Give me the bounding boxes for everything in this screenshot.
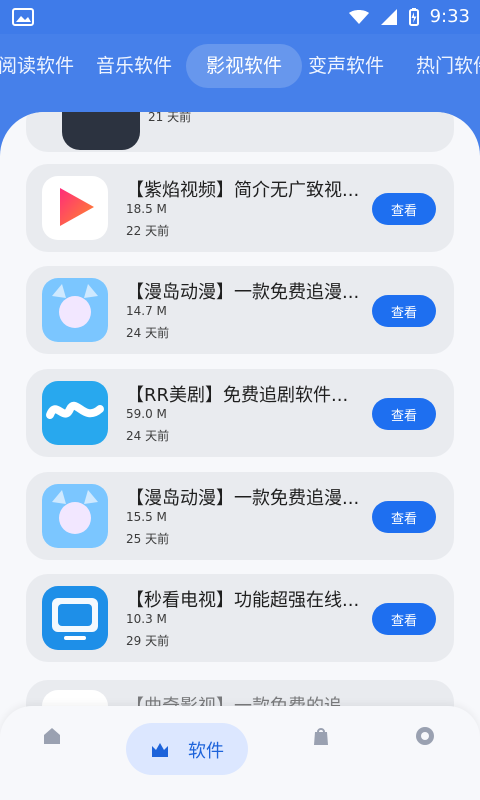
category-tabs: 阅读软件 音乐软件 影视软件 变声软件 热门软件 [0,38,480,94]
anime-icon [42,278,108,342]
list-item: 【RR美剧】免费追剧软件... 59.0 M 24 天前 查看 [26,369,454,457]
item-days: 29 天前 [126,634,170,648]
item-title: 【RR美剧】免费追剧软件... [126,385,349,406]
app-icon-ziyan [42,176,108,240]
wave-icon [46,401,104,419]
tv-icon [52,598,98,640]
app-icon-miaokan [42,586,108,650]
item-size: 14.7 M [126,304,167,318]
tab-reading[interactable]: 阅读软件 [0,44,74,88]
settings-icon [416,727,434,745]
tab-video[interactable]: 影视软件 [186,44,303,88]
item-size: 59.0 M [126,407,167,421]
image-icon [12,8,34,26]
view-button[interactable]: 查看 [372,398,436,430]
home-icon [44,728,60,744]
list-item: 【漫岛动漫】一款免费追漫... 15.5 M 25 天前 查看 [26,472,454,560]
item-days: 21 天前 [148,112,192,124]
bottom-nav: 软件 [0,706,480,800]
item-size: 15.5 M [126,510,167,524]
view-button[interactable]: 查看 [372,501,436,533]
item-title: 【漫岛动漫】一款免费追漫... [126,282,360,303]
anime-icon [42,484,108,548]
tab-music[interactable]: 音乐软件 [96,44,172,88]
nav-bag[interactable] [309,724,333,752]
view-button[interactable]: 查看 [372,603,436,635]
status-right: 9:33 [348,6,470,27]
content-sheet: 21 天前 【紫焰视频】简介无广致视... 18.5 M 22 天前 查看 【漫… [0,112,480,800]
nav-home[interactable] [40,724,64,752]
wifi-icon [348,9,369,24]
nav-settings[interactable] [413,724,437,752]
app-icon-rr [42,381,108,445]
item-days: 22 天前 [126,224,170,238]
item-title: 【秒看电视】功能超强在线... [126,590,360,611]
tab-popular[interactable]: 热门软件 [416,44,480,88]
nav-software-label: 软件 [188,741,224,762]
list-item: 【漫岛动漫】一款免费追漫... 14.7 M 24 天前 查看 [26,266,454,354]
status-bar: 9:33 [0,0,480,34]
item-title: 【紫焰视频】简介无广致视... [126,180,360,201]
app-icon-mandao-2 [42,484,108,548]
app-icon-mandao [42,278,108,342]
battery-icon [408,7,419,26]
bag-icon [314,728,328,745]
list-item: 【紫焰视频】简介无广致视... 18.5 M 22 天前 查看 [26,164,454,252]
view-button[interactable]: 查看 [372,295,436,327]
play-icon [60,188,94,226]
status-time: 9:33 [429,6,470,27]
item-days: 25 天前 [126,532,170,546]
item-days: 24 天前 [126,429,170,443]
app-icon-partial [62,112,140,150]
item-size: 10.3 M [126,612,167,626]
list-item: 【秒看电视】功能超强在线... 10.3 M 29 天前 查看 [26,574,454,662]
view-button[interactable]: 查看 [372,193,436,225]
software-icon [152,743,168,757]
item-days: 24 天前 [126,326,170,340]
item-size: 18.5 M [126,202,167,216]
nav-software[interactable]: 软件 [126,723,248,775]
list-item: 21 天前 [26,112,454,152]
item-title: 【漫岛动漫】一款免费追漫... [126,488,360,509]
signal-icon [380,8,397,25]
tab-voice-change[interactable]: 变声软件 [308,44,384,88]
